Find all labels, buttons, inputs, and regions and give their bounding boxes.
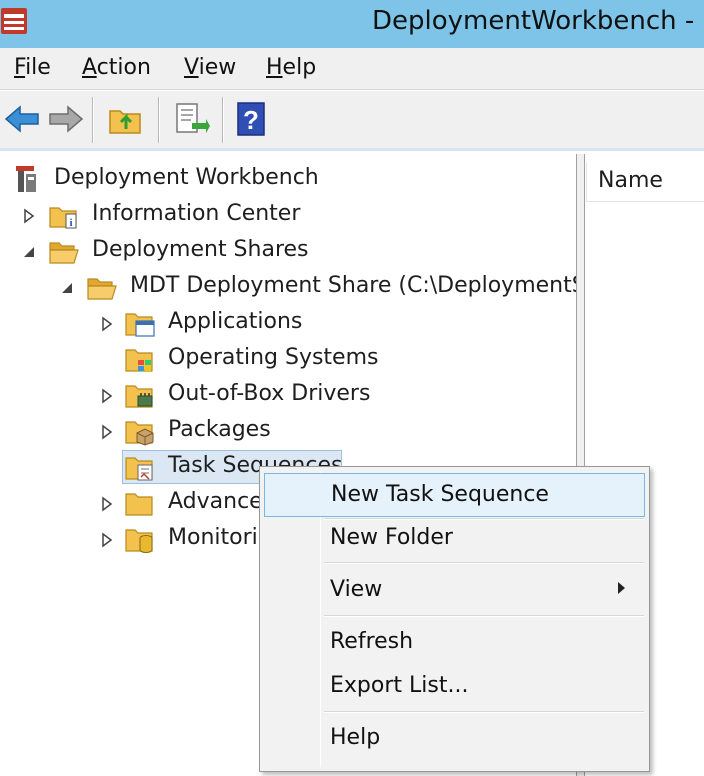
column-header-label: Name bbox=[598, 168, 663, 193]
information-center-icon: i bbox=[49, 207, 77, 229]
menu-item-label: Refresh bbox=[330, 629, 414, 654]
tree-node-operating-systems[interactable]: Operating Systems bbox=[0, 342, 560, 378]
menu-item-label: View bbox=[330, 577, 383, 602]
expand-collapsed-icon[interactable] bbox=[100, 496, 114, 512]
expand-collapsed-icon[interactable] bbox=[100, 424, 114, 440]
monitoring-folder-icon bbox=[125, 529, 153, 553]
tree-label: Deployment Shares bbox=[92, 237, 309, 262]
title-bar: DeploymentWorkbench - bbox=[0, 0, 704, 48]
tree-node-deployment-shares[interactable]: Deployment Shares bbox=[0, 234, 560, 270]
toolbar-separator bbox=[222, 97, 224, 143]
menu-help-mnemonic: H bbox=[266, 55, 283, 80]
submenu-arrow-icon bbox=[618, 582, 625, 594]
tree-label: Out-of-Box Drivers bbox=[168, 381, 371, 406]
tree-label: Monitori bbox=[168, 525, 258, 550]
menu-item-label: New Task Sequence bbox=[331, 482, 549, 507]
column-header-name[interactable]: Name bbox=[586, 162, 704, 202]
forward-arrow-icon[interactable] bbox=[46, 99, 86, 139]
menu-separator bbox=[324, 562, 644, 564]
expand-collapsed-icon[interactable] bbox=[100, 316, 114, 332]
menu-separator bbox=[324, 615, 644, 617]
folder-icon bbox=[125, 493, 153, 516]
tree-node-applications[interactable]: Applications bbox=[0, 306, 560, 342]
tree-label: Information Center bbox=[92, 201, 301, 226]
help-icon[interactable]: ? bbox=[232, 99, 272, 139]
menu-file-mnemonic: F bbox=[14, 55, 26, 80]
workbench-icon bbox=[16, 166, 36, 192]
menu-item-refresh[interactable]: Refresh bbox=[264, 621, 645, 665]
menu-file-rest: ile bbox=[25, 55, 51, 80]
menu-view[interactable]: View bbox=[184, 55, 236, 80]
menu-view-mnemonic: V bbox=[184, 55, 199, 80]
tree-node-out-of-box-drivers[interactable]: Out-of-Box Drivers bbox=[0, 378, 560, 414]
tree-label: Deployment Workbench bbox=[54, 165, 319, 190]
tree-label: Applications bbox=[168, 309, 303, 334]
tree-node-information-center[interactable]: i Information Center bbox=[0, 198, 560, 234]
tree-node-packages[interactable]: Packages bbox=[0, 414, 560, 450]
context-menu: New Task Sequence New Folder View Refres… bbox=[259, 466, 650, 772]
menu-item-new-folder[interactable]: New Folder bbox=[264, 517, 645, 561]
app-icon[interactable] bbox=[0, 4, 30, 38]
drivers-folder-icon bbox=[125, 385, 153, 408]
menu-view-rest: iew bbox=[198, 55, 237, 80]
open-folder-icon bbox=[49, 242, 79, 264]
menu-action[interactable]: Action bbox=[82, 55, 151, 80]
up-folder-icon[interactable] bbox=[106, 99, 146, 139]
task-sequences-folder-icon bbox=[125, 457, 153, 481]
export-list-icon[interactable] bbox=[170, 99, 210, 139]
toolbar-separator bbox=[92, 97, 94, 143]
expand-collapsed-icon[interactable] bbox=[100, 532, 114, 548]
open-folder-icon bbox=[87, 278, 117, 300]
operating-systems-folder-icon bbox=[125, 349, 153, 372]
expand-collapsed-icon[interactable] bbox=[100, 388, 114, 404]
menu-separator bbox=[324, 711, 644, 713]
tree-node-mdt-deployment-share[interactable]: MDT Deployment Share (C:\DeploymentS bbox=[0, 270, 577, 306]
packages-folder-icon bbox=[125, 421, 154, 446]
menu-item-help[interactable]: Help bbox=[264, 717, 645, 761]
menu-help-rest: elp bbox=[282, 55, 317, 80]
toolbar-separator bbox=[158, 97, 160, 143]
toolbar: ? bbox=[0, 91, 704, 151]
tree-label: MDT Deployment Share (C:\DeploymentS bbox=[130, 273, 577, 298]
menu-bar: File Action View Help bbox=[0, 48, 704, 90]
menu-item-new-task-sequence[interactable]: New Task Sequence bbox=[264, 473, 645, 517]
expand-expanded-icon[interactable] bbox=[60, 280, 74, 296]
applications-folder-icon bbox=[125, 313, 155, 337]
window-title: DeploymentWorkbench - bbox=[372, 6, 695, 36]
menu-action-mnemonic: A bbox=[82, 55, 97, 80]
menu-item-label: New Folder bbox=[330, 525, 453, 550]
tree-label: Operating Systems bbox=[168, 345, 379, 370]
menu-help[interactable]: Help bbox=[266, 55, 316, 80]
menu-file[interactable]: File bbox=[14, 55, 51, 80]
menu-item-label: Export List... bbox=[330, 673, 469, 698]
expand-collapsed-icon[interactable] bbox=[22, 208, 36, 224]
menu-item-label: Help bbox=[330, 725, 381, 750]
menu-item-export-list[interactable]: Export List... bbox=[264, 665, 645, 709]
svg-text:i: i bbox=[69, 217, 72, 229]
menu-action-rest: ction bbox=[96, 55, 151, 80]
expand-expanded-icon[interactable] bbox=[22, 244, 36, 260]
tree-node-deployment-workbench[interactable]: Deployment Workbench bbox=[0, 162, 560, 198]
back-arrow-icon[interactable] bbox=[2, 99, 42, 139]
tree-label: Advance bbox=[168, 489, 263, 514]
svg-text:?: ? bbox=[243, 105, 259, 135]
tree-label: Packages bbox=[168, 417, 271, 442]
menu-item-view[interactable]: View bbox=[264, 569, 645, 613]
